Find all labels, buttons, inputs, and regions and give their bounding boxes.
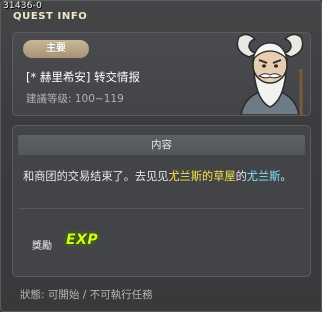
quest-description: 和商团的交易结束了。去见见尤兰斯的草屋的尤兰斯。 — [23, 168, 305, 186]
quest-status: 狀態: 可開始 / 不可執行任務 — [20, 289, 153, 301]
quest-name: [* 赫里希安] 转交情报 — [26, 70, 141, 84]
place-link[interactable]: 尤兰斯的草屋 — [168, 170, 235, 183]
quest-content-panel: 内容 和商团的交易结束了。去见见尤兰斯的草屋的尤兰斯。 獎勵 EXP — [12, 125, 311, 277]
quest-type-badge: 主要 — [23, 40, 89, 58]
quest-info-window: 31436-0 QUEST INFO 主要 [* 赫里希安] 转交情报 建議等级… — [0, 0, 322, 312]
npc-link[interactable]: 尤兰斯 — [247, 170, 281, 183]
description-text: 。 — [280, 170, 292, 183]
reward-label: 獎勵 — [32, 241, 52, 252]
divider — [18, 208, 305, 209]
quest-summary-panel: 主要 [* 赫里希安] 转交情报 建議等级: 100~119 — [12, 32, 311, 116]
description-text: 和商团的交易结束了。去见见 — [23, 170, 169, 183]
npc-portrait-icon — [227, 29, 313, 116]
content-header: 内容 — [18, 135, 305, 155]
description-text: 的 — [235, 170, 247, 183]
level-range: 建議等级: 100~119 — [26, 93, 124, 105]
window-title: QUEST INFO — [13, 11, 88, 22]
quest-id: 31436-0 — [3, 1, 43, 11]
exp-reward-icon: EXP — [66, 232, 99, 248]
